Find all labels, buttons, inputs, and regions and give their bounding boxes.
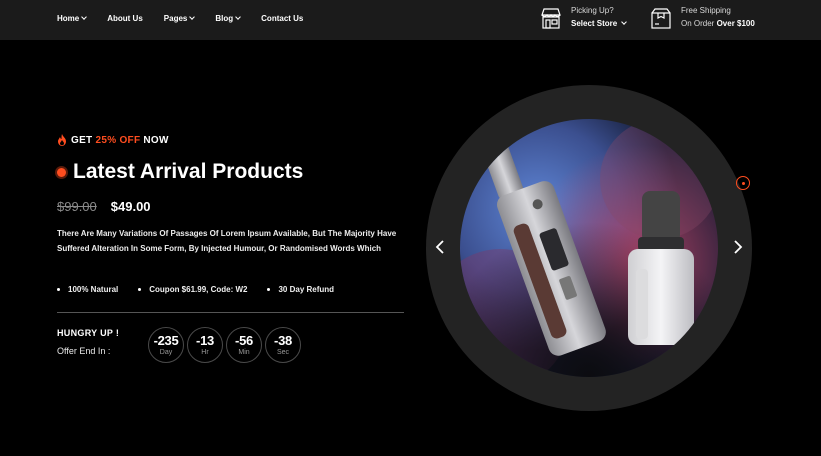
offer-subtitle: Offer End In : bbox=[57, 346, 111, 356]
countdown-unit: Hr bbox=[201, 349, 209, 356]
countdown-minutes: -56 Min bbox=[226, 327, 262, 363]
promo-discount: 25% OFF bbox=[95, 134, 141, 146]
countdown-unit: Min bbox=[238, 349, 250, 356]
pickup-label: Picking Up? bbox=[571, 6, 614, 15]
countdown-unit: Sec bbox=[276, 349, 290, 356]
countdown-seconds: -38 Sec bbox=[265, 327, 301, 363]
shipping-prefix: On Order bbox=[681, 19, 715, 28]
countdown-timer: -235 Day -13 Hr -56 Min -38 Sec bbox=[148, 327, 304, 363]
offer-label: HUNGRY UP ! Offer End In : bbox=[57, 328, 119, 356]
nav-item-label: Pages bbox=[163, 13, 188, 23]
countdown-value: -235 bbox=[153, 333, 179, 348]
product-image bbox=[460, 119, 718, 377]
countdown-hours: -13 Hr bbox=[187, 327, 223, 363]
chevron-down-icon bbox=[621, 19, 628, 25]
nav-item-about-us[interactable]: About Us bbox=[107, 14, 143, 23]
shipping-label: Free Shipping bbox=[681, 6, 731, 15]
countdown-unit: Day bbox=[159, 349, 173, 356]
chevron-down-icon bbox=[189, 14, 196, 20]
chevron-down-icon bbox=[235, 14, 241, 20]
slide-indicator[interactable] bbox=[736, 176, 750, 190]
promo-suffix: NOW bbox=[143, 134, 169, 146]
main-nav: Home About Us Pages Blog Contact Us bbox=[57, 0, 324, 36]
shipping-info: Free Shipping On Order Over $100 bbox=[650, 4, 755, 30]
chevron-right-icon[interactable] bbox=[731, 238, 745, 256]
price-row: $99.00 $49.00 bbox=[57, 199, 151, 214]
hero-description: There Are Many Variations Of Passages Of… bbox=[57, 229, 397, 253]
chevron-left-icon[interactable] bbox=[433, 238, 447, 256]
top-bar: Home About Us Pages Blog Contact Us Pick… bbox=[0, 0, 821, 40]
store-icon bbox=[541, 8, 561, 29]
chevron-down-icon bbox=[81, 14, 88, 20]
hero-title: Latest Arrival Products bbox=[73, 160, 304, 183]
nav-item-blog[interactable]: Blog bbox=[215, 13, 241, 23]
accent-dot-icon bbox=[57, 167, 66, 177]
box-icon bbox=[651, 8, 671, 29]
feature-list: 100% Natural Coupon $61.99, Code: W2 30 … bbox=[57, 285, 354, 294]
nav-item-pages[interactable]: Pages bbox=[163, 13, 196, 23]
nav-item-home[interactable]: Home bbox=[57, 13, 88, 23]
nav-item-contact-us[interactable]: Contact Us bbox=[261, 14, 303, 23]
flame-icon bbox=[58, 134, 66, 146]
select-store-label: Select Store bbox=[571, 19, 618, 28]
countdown-days: -235 Day bbox=[148, 327, 184, 363]
nav-item-label: About Us bbox=[107, 13, 143, 23]
promo-prefix: GET bbox=[71, 134, 93, 146]
feature-item: 100% Natural bbox=[57, 285, 118, 294]
shipping-condition: On Order Over $100 bbox=[681, 17, 755, 30]
shipping-amount: Over $100 bbox=[716, 19, 755, 28]
promo-tagline: GET 25% OFF NOW bbox=[57, 134, 169, 146]
offer-title: HUNGRY UP ! bbox=[57, 328, 120, 338]
hero-headline: Latest Arrival Products bbox=[57, 160, 303, 184]
nav-item-label: Blog bbox=[215, 13, 234, 23]
divider bbox=[57, 312, 404, 313]
nav-item-label: Contact Us bbox=[261, 13, 304, 23]
countdown-value: -56 bbox=[235, 333, 253, 348]
price-new: $49.00 bbox=[110, 199, 151, 214]
select-store-dropdown[interactable]: Select Store bbox=[571, 17, 628, 30]
pickup-widget[interactable]: Picking Up? Select Store bbox=[540, 4, 628, 30]
nav-item-label: Home bbox=[57, 13, 80, 23]
countdown-value: -13 bbox=[196, 333, 214, 348]
feature-item: Coupon $61.99, Code: W2 bbox=[138, 285, 247, 294]
price-old: $99.00 bbox=[57, 199, 97, 214]
feature-item: 30 Day Refund bbox=[267, 285, 334, 294]
countdown-value: -38 bbox=[274, 333, 292, 348]
